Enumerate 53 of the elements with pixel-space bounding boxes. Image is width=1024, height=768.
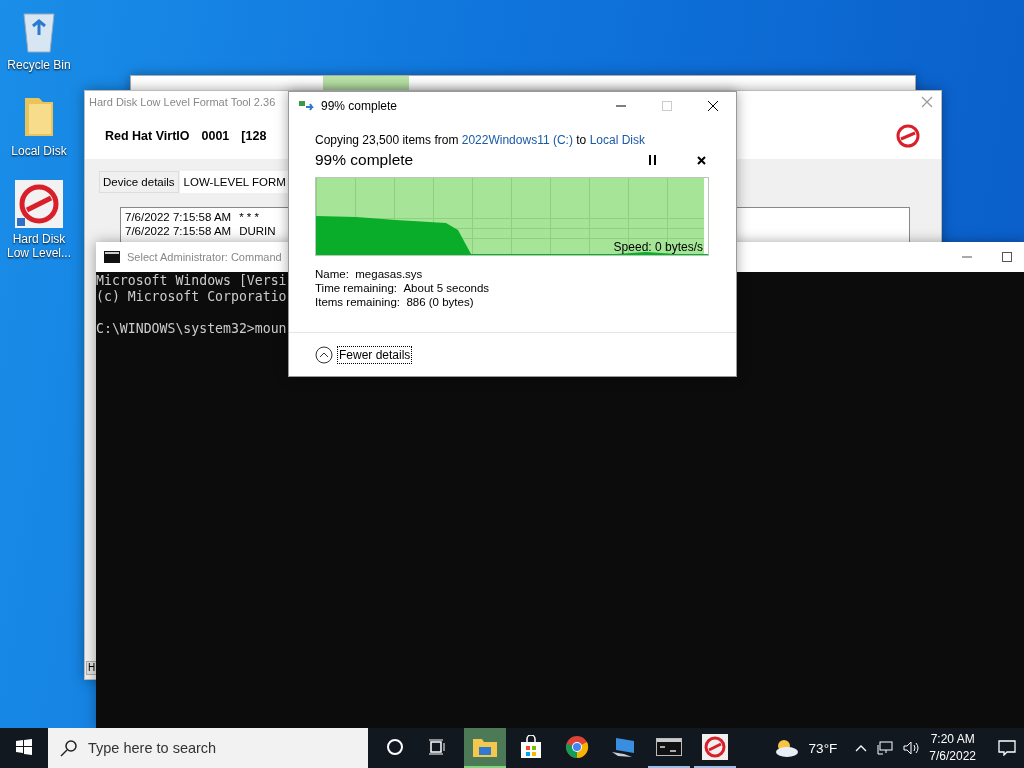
search-field[interactable]: Type here to search	[48, 728, 368, 768]
maximize-icon	[662, 101, 672, 111]
device-info: Red Hat VirtIO	[105, 129, 190, 143]
copy-summary: Copying 23,500 items from 2022Windows11 (C:) to Local Disk	[315, 133, 646, 147]
console-prompt: C:\WINDOWS\system32>moun	[96, 321, 287, 337]
folder-icon	[473, 737, 497, 757]
desktop-icon-label[interactable]: Recycle Bin	[7, 58, 71, 72]
no-sign-app-icon	[15, 180, 63, 228]
task-view-icon	[428, 738, 446, 756]
chevron-up-icon[interactable]	[855, 744, 868, 752]
copy-icon	[299, 100, 315, 112]
browser-icon	[565, 735, 589, 759]
log-time: 7/6/2022 7:15:58 AM	[125, 224, 232, 238]
desktop-icon-label[interactable]: Local Disk	[11, 144, 67, 158]
console-icon	[656, 738, 682, 756]
device-info: 0001	[201, 129, 230, 143]
network-icon[interactable]	[877, 741, 894, 755]
shopping-bag-icon	[520, 735, 542, 759]
detail-row-text: Time remaining: About 5 seconds	[315, 282, 491, 294]
no-sign-logo-icon	[895, 123, 921, 149]
log-message: DURIN	[239, 224, 276, 238]
destination-link[interactable]: Local Disk	[589, 133, 645, 147]
computer-icon	[610, 736, 636, 758]
weather-temperature[interactable]: 73°F	[808, 740, 838, 756]
window-title: Select Administrator: Command	[127, 251, 282, 263]
window-title: 99% complete	[321, 99, 398, 113]
console-line: Microsoft Windows [Versi	[96, 273, 287, 289]
clock[interactable]: 7:20 AM 7/6/2022	[929, 731, 976, 765]
tab[interactable]: Device details	[99, 171, 179, 193]
window-title: Hard Disk Low Level Format Tool 2.36	[89, 96, 276, 108]
tab[interactable]: LOW-LEVEL FORM	[179, 171, 290, 193]
log-time: 7/6/2022 7:15:58 AM	[125, 210, 232, 224]
pause-icon[interactable]	[649, 155, 657, 165]
cancel-icon[interactable]	[697, 155, 706, 165]
detail-row-text: Name: megasas.sys	[315, 268, 424, 280]
console-line: (c) Microsoft Corporatio	[96, 289, 287, 305]
volume-icon[interactable]	[903, 741, 920, 755]
notifications-icon[interactable]	[998, 740, 1016, 756]
device-info: [128	[241, 129, 267, 143]
circle-icon	[386, 738, 404, 756]
console-icon	[104, 251, 120, 263]
chevron-circle-icon[interactable]	[315, 345, 333, 364]
maximize-icon[interactable]	[1002, 252, 1012, 262]
detail-row-text: Items remaining: 886 (0 bytes)	[315, 296, 475, 308]
progress-heading: 99% complete	[315, 151, 414, 169]
windows-logo-icon	[16, 739, 32, 755]
no-sign-app-icon	[702, 734, 728, 760]
source-link[interactable]: 2022Windows11 (C:)	[461, 133, 573, 147]
speed-reading: Speed: 0 bytes/s	[613, 240, 703, 254]
close-icon[interactable]	[707, 100, 719, 112]
log-message: * * *	[239, 210, 259, 224]
search-icon	[60, 739, 78, 757]
desktop-icon-label[interactable]: Hard Disk Low Level...	[6, 232, 71, 260]
